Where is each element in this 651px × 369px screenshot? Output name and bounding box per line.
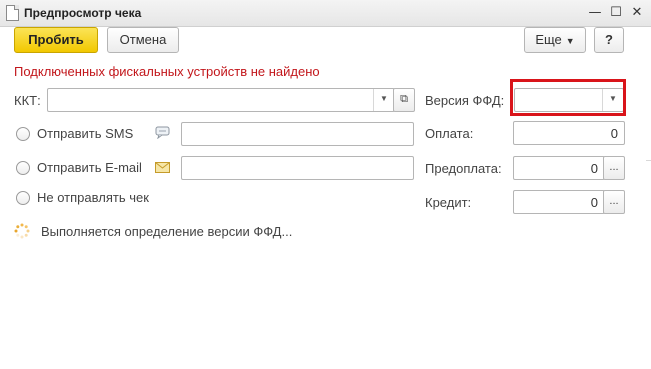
credit-value: 0 [590, 195, 598, 210]
ellipsis-icon[interactable]: ... [603, 156, 625, 180]
open-icon[interactable]: ⧉ [393, 88, 415, 112]
kkt-select[interactable]: ▼ [47, 88, 395, 112]
credit-input[interactable]: 0 [513, 190, 605, 214]
ellipsis-icon[interactable]: ... [603, 190, 625, 214]
window-title: Предпросмотр чека [24, 6, 142, 20]
highlight-frame [510, 79, 626, 116]
status-message: Выполняется определение версии ФФД... [41, 224, 293, 239]
title-bar: Предпросмотр чека — ☐ ✕ [0, 0, 651, 27]
no-send-radio[interactable] [16, 191, 30, 205]
payment-input[interactable]: 0 [513, 121, 625, 145]
chevron-down-icon[interactable]: ▼ [373, 89, 394, 111]
send-email-label: Отправить E-mail [37, 160, 142, 175]
more-button[interactable]: Еще ▼ [524, 27, 586, 53]
no-send-label: Не отправлять чек [37, 190, 149, 205]
help-button[interactable]: ? [594, 27, 624, 53]
close-icon[interactable]: ✕ [628, 4, 646, 21]
sms-icon [155, 126, 170, 140]
maximize-icon[interactable]: ☐ [607, 4, 625, 21]
prepayment-label: Предоплата: [425, 161, 502, 176]
send-sms-radio[interactable] [16, 127, 30, 141]
prepayment-input[interactable]: 0 [513, 156, 605, 180]
sms-phone-input[interactable] [181, 122, 414, 146]
envelope-icon [155, 161, 170, 173]
divider [646, 160, 651, 161]
kkt-label: ККТ: [14, 93, 41, 108]
cancel-button[interactable]: Отмена [107, 27, 179, 53]
print-button[interactable]: Пробить [14, 27, 98, 53]
send-sms-label: Отправить SMS [37, 126, 134, 141]
chevron-down-icon: ▼ [565, 36, 575, 46]
loading-spinner-icon [14, 223, 30, 239]
minimize-icon[interactable]: — [586, 4, 604, 21]
error-message: Подключенных фискальных устройств не най… [14, 64, 320, 79]
ffd-version-label: Версия ФФД: [425, 93, 505, 108]
payment-value: 0 [610, 126, 618, 141]
send-email-radio[interactable] [16, 161, 30, 175]
payment-label: Оплата: [425, 126, 474, 141]
credit-label: Кредит: [425, 195, 472, 210]
email-input[interactable] [181, 156, 414, 180]
receipt-preview-window: Предпросмотр чека — ☐ ✕ Пробить Отмена Е… [0, 0, 651, 369]
prepayment-value: 0 [590, 161, 598, 176]
document-icon [6, 5, 19, 21]
more-button-label: Еще [535, 32, 562, 47]
